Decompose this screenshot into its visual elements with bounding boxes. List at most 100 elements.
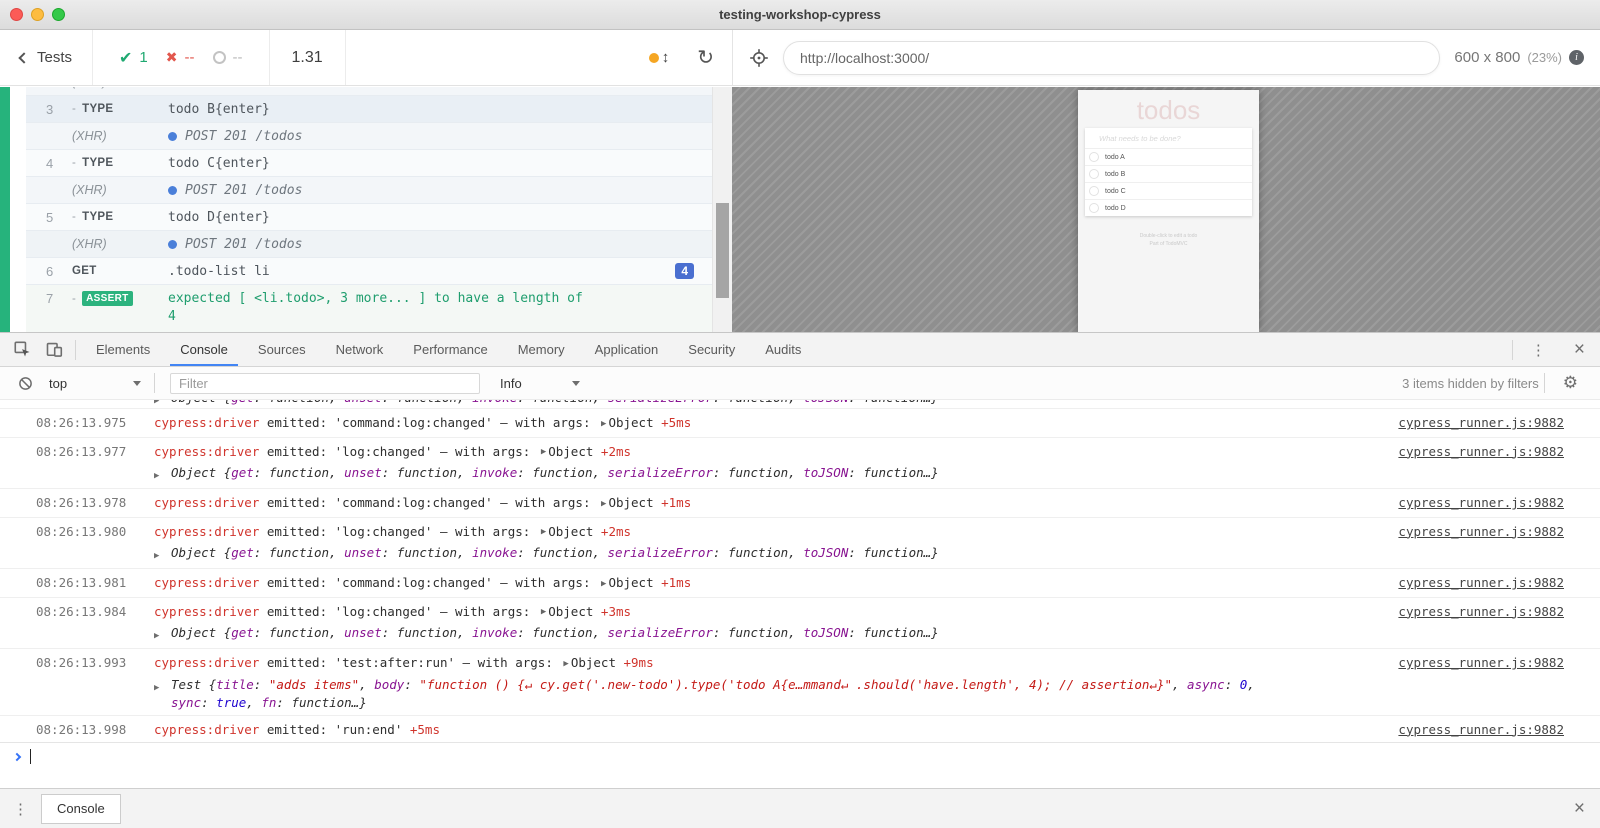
command-number: 5 xyxy=(46,210,72,225)
toolbar-divider xyxy=(154,373,155,393)
command-row-xhr[interactable]: (XHR) POST 201 /todos xyxy=(26,176,712,203)
console-filter-input[interactable] xyxy=(170,373,480,394)
chevron-left-icon xyxy=(18,52,29,63)
log-message[interactable]: cypress:driver emitted: 'command:log:cha… xyxy=(154,573,1384,594)
command-row-type[interactable]: 3 -TYPE todo B{enter} xyxy=(26,95,712,122)
log-timestamp: 08:26:13.977 xyxy=(36,442,146,461)
todo-app-main: What needs to be done? todo A todo B tod… xyxy=(1085,128,1252,216)
log-message[interactable]: cypress:driver emitted: 'log:changed' – … xyxy=(154,442,1384,463)
stat-passed: ✔ 1 xyxy=(119,48,148,68)
todo-item[interactable]: todo A xyxy=(1085,148,1252,165)
selector-playground-button[interactable] xyxy=(749,48,769,68)
url-address-bar[interactable]: http://localhost:3000/ xyxy=(783,41,1440,75)
drawer-close-button[interactable]: × xyxy=(1559,798,1600,820)
back-to-tests-button[interactable]: Tests xyxy=(0,30,93,85)
window-controls xyxy=(10,8,65,21)
hidden-items-note: 3 items hidden by filters xyxy=(1402,376,1539,391)
command-label: TYPE xyxy=(82,157,113,169)
console-test-object-preview[interactable]: ▶ Test {title: "adds items", body: "func… xyxy=(154,676,1384,712)
todo-checkbox-icon[interactable] xyxy=(1089,203,1099,213)
expand-triangle-icon[interactable]: ▶ xyxy=(154,624,171,645)
source-link[interactable]: cypress_runner.js:9882 xyxy=(1398,493,1564,512)
devtools-close-button[interactable]: × xyxy=(1559,339,1600,361)
source-link[interactable]: cypress_runner.js:9882 xyxy=(1398,522,1564,541)
command-log-scrollbar[interactable] xyxy=(712,87,732,332)
log-message[interactable]: cypress:driver emitted: 'command:log:cha… xyxy=(154,413,1384,434)
command-message: POST 201 /todos xyxy=(185,129,302,144)
log-level-dropdown[interactable]: Info xyxy=(492,376,588,391)
tab-elements[interactable]: Elements xyxy=(86,333,160,366)
inspect-cursor-icon xyxy=(14,341,31,358)
toggle-device-toolbar-button[interactable] xyxy=(38,333,70,366)
expand-triangle-icon[interactable]: ▶ xyxy=(154,464,171,485)
console-settings-button[interactable]: ⚙ xyxy=(1550,373,1591,393)
log-message[interactable]: cypress:driver emitted: 'log:changed' – … xyxy=(154,522,1384,543)
tab-console[interactable]: Console xyxy=(170,333,238,366)
console-row: 08:26:13.998 cypress:driver emitted: 'ru… xyxy=(0,715,1600,742)
command-dash: - xyxy=(72,211,76,223)
expand-triangle-icon[interactable]: ▶ xyxy=(154,676,171,712)
devtools-menu-button[interactable]: ⋮ xyxy=(1518,341,1559,359)
command-row-xhr[interactable]: (XHR) POST 201 /todos xyxy=(26,230,712,257)
source-link[interactable]: cypress_runner.js:9882 xyxy=(1398,653,1564,672)
tab-sources[interactable]: Sources xyxy=(248,333,316,366)
log-message[interactable]: cypress:driver emitted: 'run:end' +5ms xyxy=(154,720,1384,739)
execution-context-dropdown[interactable]: top xyxy=(41,376,149,391)
console-object-preview[interactable]: ▶ Object {get: function, unset: function… xyxy=(154,400,1600,408)
command-label: GET xyxy=(72,265,97,277)
minimize-window-button[interactable] xyxy=(31,8,44,21)
clear-console-button[interactable] xyxy=(9,367,41,400)
command-row-type[interactable]: 4 -TYPE todo C{enter} xyxy=(26,149,712,176)
scrollbar-thumb[interactable] xyxy=(716,203,729,298)
log-message[interactable]: cypress:driver emitted: 'command:log:cha… xyxy=(154,493,1384,514)
source-link[interactable]: cypress_runner.js:9882 xyxy=(1398,413,1564,432)
console-object-preview[interactable]: ▶ Object {get: function, unset: function… xyxy=(154,464,1384,485)
close-window-button[interactable] xyxy=(10,8,23,21)
log-timestamp: 08:26:13.993 xyxy=(36,653,146,672)
tab-security[interactable]: Security xyxy=(678,333,745,366)
source-link[interactable]: cypress_runner.js:9882 xyxy=(1398,602,1564,621)
tab-memory[interactable]: Memory xyxy=(508,333,575,366)
info-icon[interactable]: i xyxy=(1569,50,1584,65)
runner-main: (XHR) POST 201 /todos 3 -TYPE todo B{ent… xyxy=(0,87,1600,332)
reload-button[interactable]: ↻ xyxy=(679,30,732,85)
todo-item[interactable]: todo C xyxy=(1085,182,1252,199)
log-message[interactable]: cypress:driver emitted: 'log:changed' – … xyxy=(154,602,1384,623)
text-cursor xyxy=(30,749,31,764)
todo-checkbox-icon[interactable] xyxy=(1089,152,1099,162)
tab-network[interactable]: Network xyxy=(326,333,394,366)
console-object-preview[interactable]: ▶ Object {get: function, unset: function… xyxy=(154,544,1384,565)
tab-performance[interactable]: Performance xyxy=(403,333,497,366)
command-row-get[interactable]: 6 GET .todo-list li 4 xyxy=(26,257,712,284)
log-message[interactable]: cypress:driver emitted: 'test:after:run'… xyxy=(154,653,1384,674)
zoom-window-button[interactable] xyxy=(52,8,65,21)
command-row-assert[interactable]: 7 -ASSERT expected [ <li.todo>, 3 more..… xyxy=(26,284,712,332)
todo-checkbox-icon[interactable] xyxy=(1089,169,1099,179)
command-row-type[interactable]: 5 -TYPE todo D{enter} xyxy=(26,203,712,230)
source-link[interactable]: cypress_runner.js:9882 xyxy=(1398,442,1564,461)
new-todo-input[interactable]: What needs to be done? xyxy=(1085,128,1252,148)
console-row: 08:26:13.981 cypress:driver emitted: 'co… xyxy=(0,568,1600,597)
drawer-tab-console[interactable]: Console xyxy=(41,794,121,824)
drawer-menu-button[interactable]: ⋮ xyxy=(0,800,41,818)
tab-audits[interactable]: Audits xyxy=(755,333,811,366)
todo-item[interactable]: todo D xyxy=(1085,199,1252,216)
console-object-preview[interactable]: ▶ Object {get: function, unset: function… xyxy=(154,624,1384,645)
todo-item[interactable]: todo B xyxy=(1085,165,1252,182)
log-timestamp: 08:26:13.980 xyxy=(36,522,146,541)
tab-application[interactable]: Application xyxy=(585,333,669,366)
command-number: 3 xyxy=(46,102,72,117)
xhr-dot-icon xyxy=(168,186,177,195)
source-link[interactable]: cypress_runner.js:9882 xyxy=(1398,573,1564,592)
source-link[interactable]: cypress_runner.js:9882 xyxy=(1398,720,1564,739)
expand-triangle-icon[interactable]: ▶ xyxy=(154,400,171,408)
inspect-element-button[interactable] xyxy=(6,333,38,366)
command-row-xhr[interactable]: (XHR) POST 201 /todos xyxy=(26,122,712,149)
console-row: 08:26:13.993 cypress:driver emitted: 'te… xyxy=(0,648,1600,715)
command-row-xhr-clipped[interactable]: (XHR) POST 201 /todos xyxy=(26,87,712,95)
todo-checkbox-icon[interactable] xyxy=(1089,186,1099,196)
auto-scroll-toggle[interactable]: ↕ xyxy=(639,30,680,85)
console-prompt[interactable] xyxy=(0,742,1600,771)
expand-triangle-icon[interactable]: ▶ xyxy=(154,544,171,565)
crosshair-icon xyxy=(749,48,769,68)
